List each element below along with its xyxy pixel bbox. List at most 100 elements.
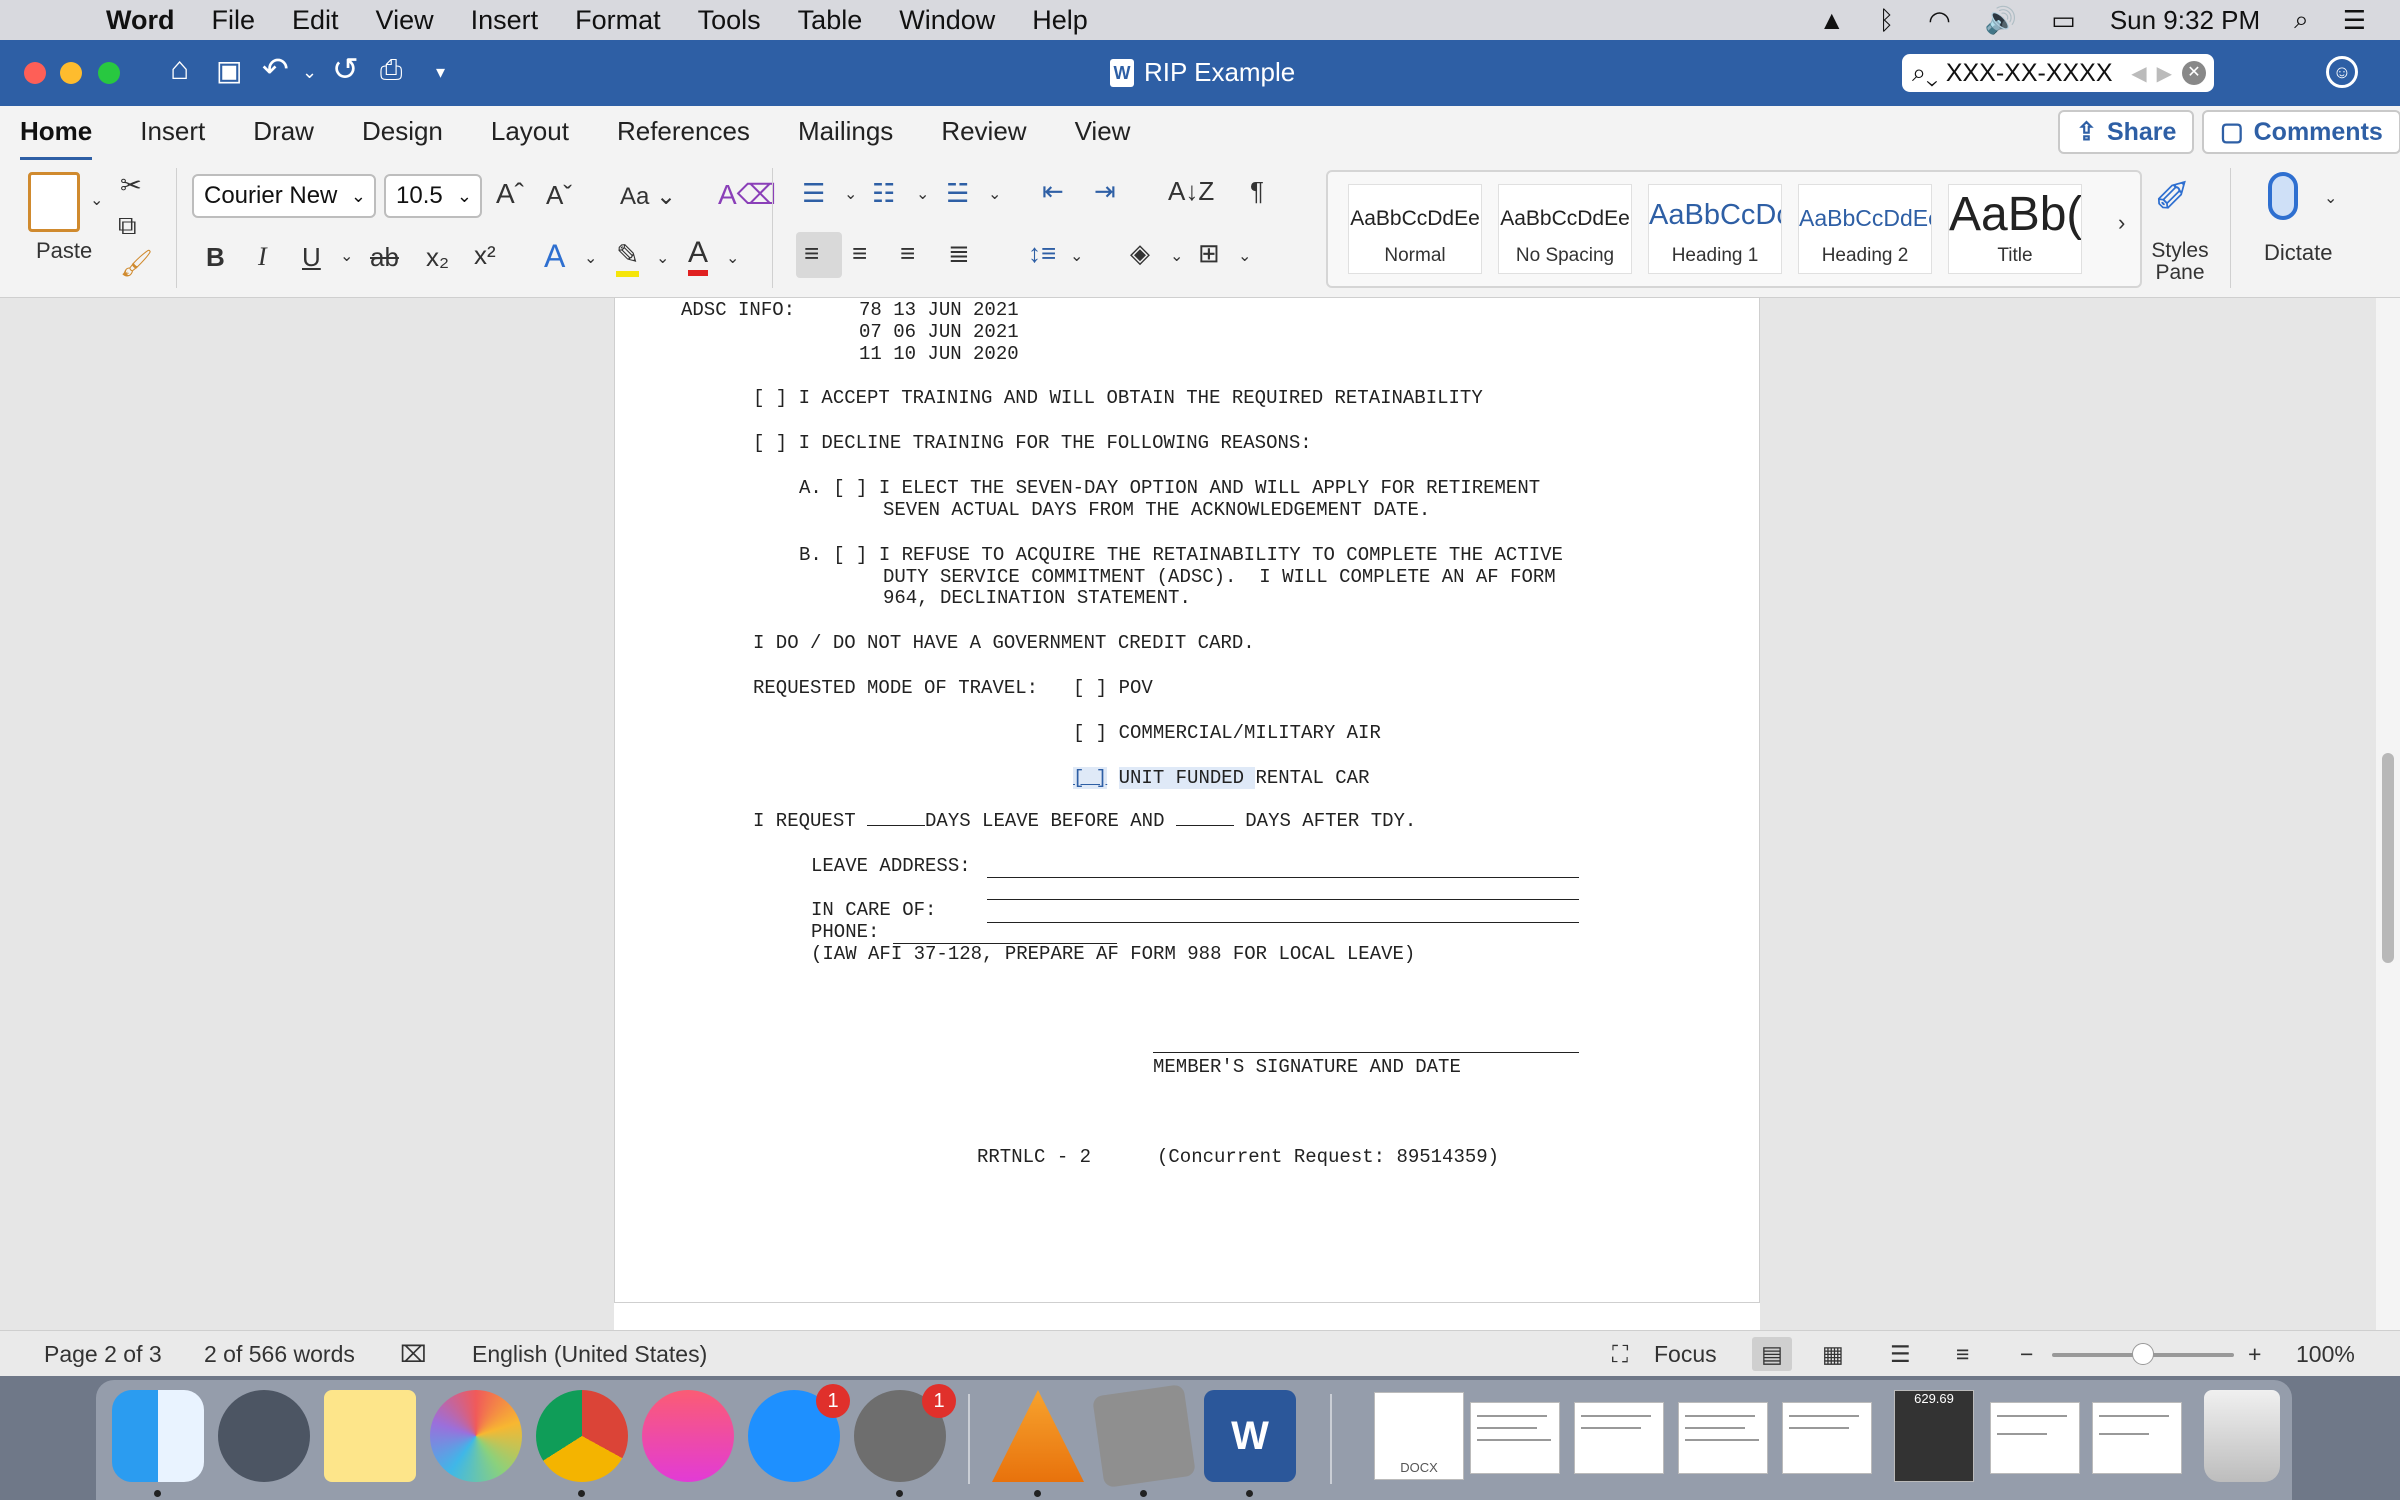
numbering-dropdown-icon[interactable]: ⌄ bbox=[916, 184, 929, 204]
tab-mailings[interactable]: Mailings bbox=[798, 116, 893, 151]
calculator-window-thumbnail[interactable]: 629.69 bbox=[1894, 1390, 1974, 1482]
share-button[interactable]: ⇪ Share bbox=[2058, 110, 2195, 154]
shading-icon[interactable]: ◈ bbox=[1130, 238, 1150, 269]
home-icon[interactable]: ⌂ bbox=[170, 50, 189, 87]
paste-label[interactable]: Paste bbox=[36, 238, 92, 264]
grow-font-icon[interactable]: Aˆ bbox=[496, 178, 524, 210]
web-layout-icon[interactable]: ▦ bbox=[1822, 1341, 1844, 1368]
menu-format[interactable]: Format bbox=[575, 5, 661, 36]
borders-icon[interactable]: ⊞ bbox=[1198, 238, 1220, 269]
multilevel-dropdown-icon[interactable]: ⌄ bbox=[988, 184, 1001, 204]
menu-help[interactable]: Help bbox=[1032, 5, 1088, 36]
bold-icon[interactable]: B bbox=[206, 242, 225, 273]
calculator-icon[interactable] bbox=[1092, 1384, 1196, 1488]
recent-document-thumbnail[interactable] bbox=[1574, 1402, 1664, 1474]
menu-view[interactable]: View bbox=[376, 5, 434, 36]
redo-icon[interactable]: ↺ bbox=[332, 50, 359, 88]
word-icon[interactable]: W bbox=[1204, 1390, 1296, 1482]
dictate-icon[interactable] bbox=[2268, 172, 2298, 220]
customize-toolbar-icon[interactable]: ▾ bbox=[436, 62, 445, 83]
font-size-select[interactable]: 10.5 ⌄ bbox=[384, 174, 482, 218]
text-effects-dropdown-icon[interactable]: ⌄ bbox=[584, 248, 597, 268]
page-indicator[interactable]: Page 2 of 3 bbox=[44, 1341, 162, 1368]
align-right-icon[interactable]: ≡ bbox=[900, 238, 915, 269]
finder-icon[interactable] bbox=[112, 1390, 204, 1482]
notes-icon[interactable] bbox=[324, 1390, 416, 1482]
justify-icon[interactable]: ≣ bbox=[948, 238, 970, 269]
styles-pane-icon[interactable]: ✐ bbox=[2154, 172, 2191, 223]
vlc-status-icon[interactable]: ▲ bbox=[1819, 5, 1845, 36]
comments-button[interactable]: ▢ Comments bbox=[2202, 110, 2400, 154]
word-count[interactable]: 2 of 566 words bbox=[204, 1341, 355, 1368]
underline-dropdown-icon[interactable]: ⌄ bbox=[340, 246, 353, 266]
style-heading-2[interactable]: AaBbCcDdEe Heading 2 bbox=[1798, 184, 1932, 274]
spotlight-icon[interactable]: ⌕ bbox=[2294, 4, 2309, 36]
line-spacing-icon[interactable]: ↕≡ bbox=[1028, 238, 1056, 269]
zoom-window-button[interactable] bbox=[98, 62, 120, 84]
save-icon[interactable]: ▣ bbox=[216, 54, 242, 87]
undo-icon[interactable]: ↶ bbox=[262, 50, 289, 88]
show-formatting-marks-icon[interactable]: ¶ bbox=[1250, 176, 1264, 207]
volume-icon[interactable]: 🔊 bbox=[1985, 5, 2017, 36]
italic-icon[interactable]: I bbox=[258, 242, 267, 272]
undo-dropdown-icon[interactable]: ⌄ bbox=[302, 62, 317, 83]
scrollbar-thumb[interactable] bbox=[2382, 753, 2394, 963]
clear-formatting-icon[interactable]: A⌫ bbox=[718, 178, 776, 211]
bullets-dropdown-icon[interactable]: ⌄ bbox=[844, 184, 857, 204]
bluetooth-icon[interactable]: ᛒ bbox=[1879, 5, 1895, 36]
font-color-icon[interactable]: A bbox=[688, 236, 709, 276]
recent-document-thumbnail[interactable] bbox=[1782, 1402, 1872, 1474]
draft-view-icon[interactable]: ≡ bbox=[1956, 1341, 1969, 1368]
zoom-in-icon[interactable]: + bbox=[2248, 1341, 2261, 1368]
minimize-window-button[interactable] bbox=[60, 62, 82, 84]
menu-insert[interactable]: Insert bbox=[471, 5, 539, 36]
clock[interactable]: Sun 9:32 PM bbox=[2110, 5, 2260, 36]
style-title[interactable]: AaBb( Title bbox=[1948, 184, 2082, 274]
increase-indent-icon[interactable]: ⇥ bbox=[1094, 176, 1116, 207]
print-layout-icon[interactable]: ▤ bbox=[1752, 1337, 1792, 1371]
tab-home[interactable]: Home bbox=[20, 116, 93, 161]
photos-icon[interactable] bbox=[430, 1390, 522, 1482]
focus-icon[interactable]: ⛶ bbox=[1612, 1341, 1628, 1368]
music-icon[interactable] bbox=[642, 1390, 734, 1482]
browser-window-thumbnail[interactable] bbox=[1990, 1402, 2080, 1474]
feedback-smiley-icon[interactable]: ☺ bbox=[2326, 56, 2358, 88]
recent-document-thumbnail[interactable] bbox=[1678, 1402, 1768, 1474]
style-normal[interactable]: AaBbCcDdEe Normal bbox=[1348, 184, 1482, 274]
tab-review[interactable]: Review bbox=[941, 116, 1026, 151]
menu-app-name[interactable]: Word bbox=[106, 5, 175, 36]
numbering-icon[interactable]: ☷ bbox=[872, 178, 895, 209]
highlight-icon[interactable]: ✎ bbox=[616, 238, 640, 277]
styles-more-icon[interactable]: › bbox=[2118, 210, 2125, 236]
dictate-label[interactable]: Dictate bbox=[2264, 240, 2332, 266]
search-document-box[interactable]: ⌕⌄ XXX-XX-XXXX ◀ ▶ ✕ bbox=[1902, 54, 2214, 92]
highlight-dropdown-icon[interactable]: ⌄ bbox=[656, 248, 669, 268]
search-input[interactable]: XXX-XX-XXXX bbox=[1946, 59, 2131, 88]
styles-pane-label[interactable]: Styles Pane bbox=[2148, 240, 2212, 284]
recent-document-thumbnail[interactable] bbox=[1470, 1402, 1560, 1474]
borders-dropdown-icon[interactable]: ⌄ bbox=[1238, 246, 1251, 266]
zoom-out-icon[interactable]: − bbox=[2020, 1341, 2033, 1368]
sort-icon[interactable]: A↓Z bbox=[1168, 176, 1214, 207]
font-color-dropdown-icon[interactable]: ⌄ bbox=[726, 248, 739, 268]
change-case-icon[interactable]: Aa ⌄ bbox=[620, 182, 676, 211]
strikethrough-icon[interactable]: ab bbox=[370, 242, 399, 273]
close-window-button[interactable] bbox=[24, 62, 46, 84]
paste-icon[interactable] bbox=[28, 172, 80, 232]
format-painter-icon[interactable]: 🖌 bbox=[120, 248, 153, 279]
text-effects-icon[interactable]: A bbox=[544, 238, 565, 275]
zoom-level[interactable]: 100% bbox=[2296, 1341, 2355, 1368]
tab-view[interactable]: View bbox=[1075, 116, 1131, 151]
shrink-font-icon[interactable]: Aˇ bbox=[546, 180, 572, 211]
vlc-icon[interactable] bbox=[992, 1390, 1084, 1482]
browser-window-thumbnail[interactable] bbox=[2092, 1402, 2182, 1474]
font-name-select[interactable]: Courier New ⌄ bbox=[192, 174, 376, 218]
copy-icon[interactable]: ⧉ bbox=[118, 210, 137, 242]
subscript-icon[interactable]: x₂ bbox=[426, 242, 449, 273]
dictate-dropdown-icon[interactable]: ⌄ bbox=[2324, 188, 2337, 208]
align-left-icon[interactable]: ≡ bbox=[804, 238, 819, 269]
line-spacing-dropdown-icon[interactable]: ⌄ bbox=[1070, 246, 1083, 266]
wifi-icon[interactable]: ◠ bbox=[1928, 5, 1951, 36]
launchpad-icon[interactable] bbox=[218, 1390, 310, 1482]
menu-tools[interactable]: Tools bbox=[698, 5, 761, 36]
